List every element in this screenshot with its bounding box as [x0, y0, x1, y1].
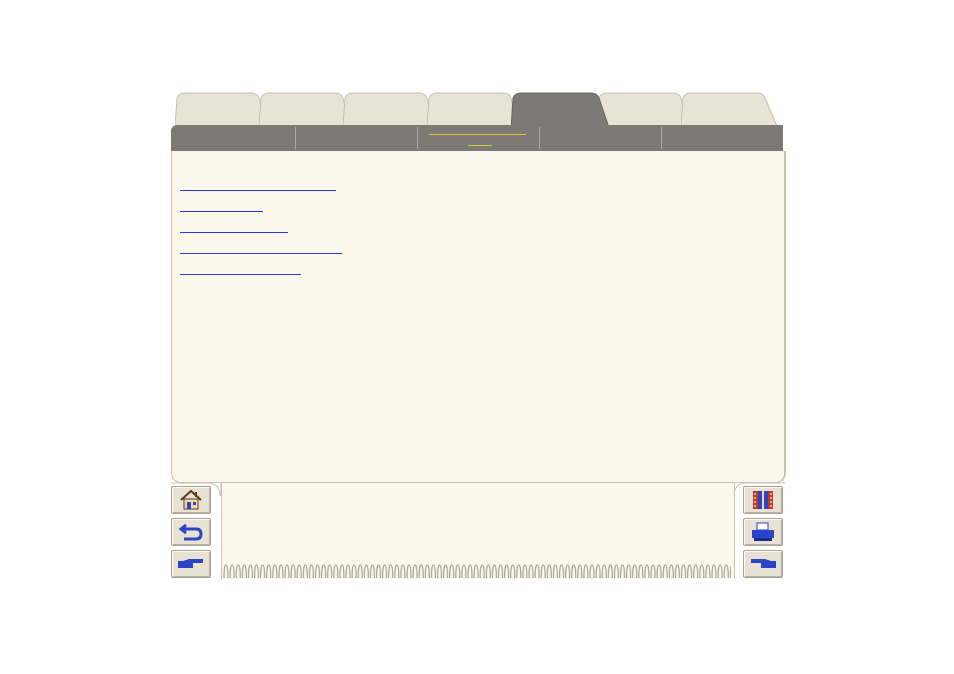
index-button[interactable] [743, 486, 783, 514]
topic-link-5[interactable] [180, 274, 301, 275]
subnav-item-1[interactable] [171, 127, 296, 149]
active-subnav-underline [429, 134, 526, 135]
tab-3[interactable] [343, 92, 433, 126]
active-subnav-underline-short [468, 145, 492, 146]
forward-button[interactable] [171, 550, 211, 578]
subnav-item-5[interactable] [662, 127, 783, 149]
tab-6[interactable] [597, 92, 687, 126]
back-button[interactable] [171, 518, 211, 546]
tab-4[interactable] [427, 92, 517, 126]
spiral-binding [223, 562, 731, 580]
binder-window [171, 88, 786, 588]
topic-link-3[interactable] [180, 232, 288, 233]
tab-5-active[interactable] [511, 92, 609, 128]
tab-7[interactable] [681, 92, 777, 126]
topic-link-list [180, 190, 342, 295]
topic-link-2[interactable] [180, 211, 263, 212]
book-icon [753, 491, 773, 509]
tab-2[interactable] [259, 92, 349, 126]
content-page [171, 151, 786, 483]
tab-1[interactable] [175, 92, 265, 126]
previous-button[interactable] [743, 550, 783, 578]
print-button[interactable] [743, 518, 783, 546]
home-button[interactable] [171, 486, 211, 514]
pointing-hand-right-icon [178, 559, 203, 568]
topic-link-1[interactable] [180, 190, 336, 191]
return-arrow-icon [178, 523, 203, 541]
printer-icon [752, 522, 774, 541]
sub-navigation-bar [171, 125, 783, 152]
pointing-hand-left-icon [751, 559, 776, 568]
home-icon [180, 489, 202, 510]
subnav-item-2[interactable] [296, 127, 418, 149]
tab-bar [171, 88, 785, 128]
topic-link-4[interactable] [180, 253, 342, 254]
subnav-item-4[interactable] [540, 127, 662, 149]
